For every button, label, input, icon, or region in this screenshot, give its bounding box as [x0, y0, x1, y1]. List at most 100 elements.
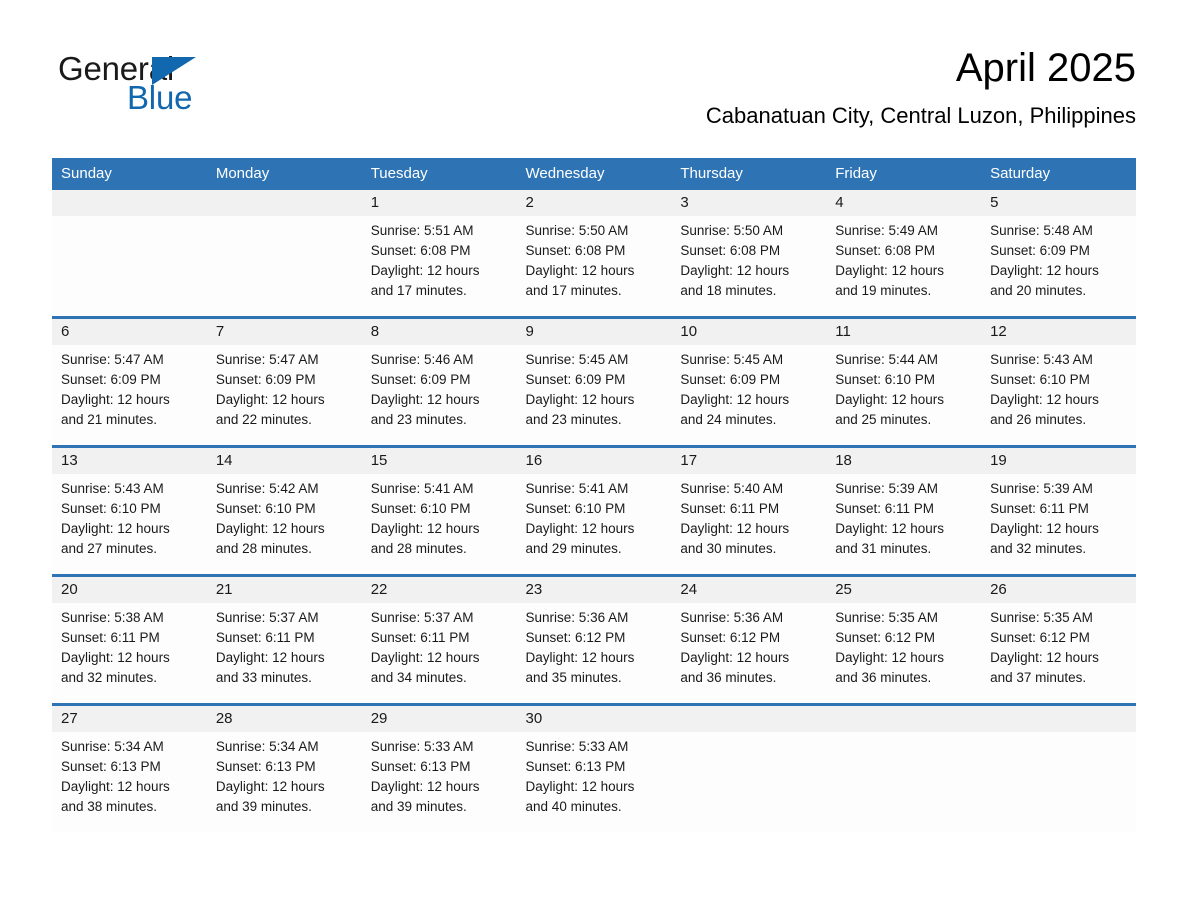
- day-cell-19[interactable]: Sunrise: 5:39 AM Sunset: 6:11 PM Daylight:…: [981, 474, 1136, 574]
- sunrise-text: Sunrise: 5:51 AM: [370, 223, 474, 238]
- daylight-text-cont: and 26 minutes.: [990, 412, 1087, 427]
- weekday-header-row: Sunday Monday Tuesday Wednesday Thursday…: [52, 158, 1136, 190]
- day-cell-8[interactable]: Sunrise: 5:46 AM Sunset: 6:09 PM Daylight:…: [361, 345, 517, 445]
- daylight-text-cont: and 36 minutes.: [835, 670, 932, 685]
- day-cell-7[interactable]: Sunrise: 5:47 AM Sunset: 6:09 PM Daylight:…: [206, 345, 362, 445]
- location-subtitle: Cabanatuan City, Central Luzon, Philippi…: [705, 103, 1136, 128]
- day-number-30[interactable]: 30: [516, 706, 672, 732]
- day-number-row: 13 14 15 16 17 18 19: [52, 448, 1136, 474]
- daylight-text: Daylight: 12 hours: [370, 650, 480, 665]
- sunrise-text: Sunrise: 5:48 AM: [990, 223, 1093, 238]
- day-number-22[interactable]: 22: [361, 577, 517, 603]
- day-cell-21[interactable]: Sunrise: 5:37 AM Sunset: 6:11 PM Daylight:…: [206, 603, 362, 703]
- day-cell-13[interactable]: Sunrise: 5:43 AM Sunset: 6:10 PM Daylight:…: [52, 474, 207, 574]
- sunset-text: Sunset: 6:12 PM: [990, 630, 1090, 645]
- day-cell-17[interactable]: Sunrise: 5:40 AM Sunset: 6:11 PM Daylight:…: [671, 474, 827, 574]
- day-number-10[interactable]: 10: [671, 319, 827, 345]
- day-number-20[interactable]: 20: [52, 577, 207, 603]
- day-cell-22[interactable]: Sunrise: 5:37 AM Sunset: 6:11 PM Daylight:…: [361, 603, 517, 703]
- day-number-row: 12345: [52, 190, 1136, 216]
- day-cell-11[interactable]: Sunrise: 5:44 AM Sunset: 6:10 PM Daylight:…: [826, 345, 982, 445]
- daylight-text-cont: and 37 minutes.: [990, 670, 1087, 685]
- day-number-23[interactable]: 23: [516, 577, 672, 603]
- day-number-21[interactable]: 21: [206, 577, 362, 603]
- day-number-26[interactable]: 26: [981, 577, 1136, 603]
- sunrise-text: Sunrise: 5:39 AM: [835, 481, 939, 496]
- day-cell-29[interactable]: Sunrise: 5:33 AM Sunset: 6:13 PM Daylight:…: [361, 732, 517, 832]
- day-cell-24[interactable]: Sunrise: 5:36 AM Sunset: 6:12 PM Daylight:…: [671, 603, 827, 703]
- day-detail-row: Sunrise: 5:43 AM Sunset: 6:10 PM Daylight:…: [52, 474, 1136, 574]
- day-number-5[interactable]: 5: [981, 190, 1136, 216]
- sunrise-text: Sunrise: 5:46 AM: [370, 352, 474, 367]
- day-number-29[interactable]: 29: [361, 706, 517, 732]
- day-cell-12[interactable]: Sunrise: 5:43 AM Sunset: 6:10 PM Daylight:…: [981, 345, 1136, 445]
- day-number-18[interactable]: 18: [826, 448, 982, 474]
- daylight-text: Daylight: 12 hours: [61, 779, 170, 794]
- sunrise-text: Sunrise: 5:37 AM: [215, 610, 319, 625]
- day-number-12[interactable]: 12: [981, 319, 1136, 345]
- day-cell-26[interactable]: Sunrise: 5:35 AM Sunset: 6:12 PM Daylight:…: [981, 603, 1136, 703]
- daylight-text-cont: and 28 minutes.: [215, 541, 312, 556]
- daylight-text-cont: and 32 minutes.: [61, 670, 158, 685]
- daylight-text-cont: and 31 minutes.: [835, 541, 932, 556]
- day-cell-25[interactable]: Sunrise: 5:35 AM Sunset: 6:12 PM Daylight:…: [826, 603, 982, 703]
- weekday-header-wednesday: Wednesday: [516, 158, 672, 190]
- day-number-28[interactable]: 28: [206, 706, 362, 732]
- day-cell-15[interactable]: Sunrise: 5:41 AM Sunset: 6:10 PM Daylight:…: [361, 474, 517, 574]
- sunrise-text: Sunrise: 5:38 AM: [61, 610, 164, 625]
- daylight-text: Daylight: 12 hours: [370, 392, 480, 407]
- calendar-head: Sunday Monday Tuesday Wednesday Thursday…: [52, 158, 1136, 190]
- day-number-8[interactable]: 8: [361, 319, 517, 345]
- day-number-16[interactable]: 16: [516, 448, 672, 474]
- day-number-14[interactable]: 14: [206, 448, 362, 474]
- daylight-text: Daylight: 12 hours: [215, 521, 325, 536]
- day-number-13[interactable]: 13: [52, 448, 207, 474]
- day-number-6[interactable]: 6: [52, 319, 207, 345]
- day-number-17[interactable]: 17: [671, 448, 827, 474]
- day-cell-empty: [981, 732, 1136, 832]
- day-cell-4[interactable]: Sunrise: 5:49 AM Sunset: 6:08 PM Daylight:…: [826, 216, 982, 316]
- day-number-19[interactable]: 19: [981, 448, 1136, 474]
- day-cell-9[interactable]: Sunrise: 5:45 AM Sunset: 6:09 PM Daylight:…: [516, 345, 672, 445]
- daylight-text: Daylight: 12 hours: [835, 263, 945, 278]
- day-cell-6[interactable]: Sunrise: 5:47 AM Sunset: 6:09 PM Daylight:…: [52, 345, 207, 445]
- sunset-text: Sunset: 6:13 PM: [525, 759, 626, 774]
- day-number-7[interactable]: 7: [206, 319, 362, 345]
- daylight-text-cont: and 20 minutes.: [990, 283, 1087, 298]
- day-cell-20[interactable]: Sunrise: 5:38 AM Sunset: 6:11 PM Daylight:…: [52, 603, 207, 703]
- sunset-text: Sunset: 6:10 PM: [370, 501, 471, 516]
- day-number-15[interactable]: 15: [361, 448, 517, 474]
- day-number-9[interactable]: 9: [516, 319, 672, 345]
- daylight-text: Daylight: 12 hours: [215, 779, 325, 794]
- day-number-1[interactable]: 1: [361, 190, 517, 216]
- day-cell-3[interactable]: Sunrise: 5:50 AM Sunset: 6:08 PM Daylight:…: [671, 216, 827, 316]
- day-number-24[interactable]: 24: [671, 577, 827, 603]
- sunrise-text: Sunrise: 5:41 AM: [370, 481, 474, 496]
- daylight-text: Daylight: 12 hours: [990, 263, 1099, 278]
- day-cell-30[interactable]: Sunrise: 5:33 AM Sunset: 6:13 PM Daylight:…: [516, 732, 672, 832]
- daylight-text-cont: and 25 minutes.: [835, 412, 932, 427]
- day-number-27[interactable]: 27: [52, 706, 207, 732]
- day-cell-1[interactable]: Sunrise: 5:51 AM Sunset: 6:08 PM Daylight:…: [361, 216, 517, 316]
- daylight-text: Daylight: 12 hours: [370, 263, 480, 278]
- day-number-11[interactable]: 11: [826, 319, 982, 345]
- day-cell-2[interactable]: Sunrise: 5:50 AM Sunset: 6:08 PM Daylight:…: [516, 216, 672, 316]
- day-number-2[interactable]: 2: [516, 190, 672, 216]
- day-cell-18[interactable]: Sunrise: 5:39 AM Sunset: 6:11 PM Daylight:…: [826, 474, 982, 574]
- day-cell-28[interactable]: Sunrise: 5:34 AM Sunset: 6:13 PM Daylight:…: [206, 732, 362, 832]
- day-cell-23[interactable]: Sunrise: 5:36 AM Sunset: 6:12 PM Daylight:…: [516, 603, 672, 703]
- daylight-text-cont: and 29 minutes.: [525, 541, 622, 556]
- day-cell-10[interactable]: Sunrise: 5:45 AM Sunset: 6:09 PM Daylight:…: [671, 345, 827, 445]
- sunrise-text: Sunrise: 5:50 AM: [680, 223, 784, 238]
- daylight-text-cont: and 17 minutes.: [370, 283, 467, 298]
- day-number-25[interactable]: 25: [826, 577, 982, 603]
- day-number-3[interactable]: 3: [671, 190, 827, 216]
- day-cell-16[interactable]: Sunrise: 5:41 AM Sunset: 6:10 PM Daylight:…: [516, 474, 672, 574]
- day-cell-27[interactable]: Sunrise: 5:34 AM Sunset: 6:13 PM Daylight:…: [52, 732, 207, 832]
- daylight-text: Daylight: 12 hours: [990, 392, 1099, 407]
- daylight-text-cont: and 18 minutes.: [680, 283, 777, 298]
- day-cell-5[interactable]: Sunrise: 5:48 AM Sunset: 6:09 PM Daylight:…: [981, 216, 1136, 316]
- day-number-4[interactable]: 4: [826, 190, 982, 216]
- day-number-empty: [826, 706, 982, 732]
- day-cell-14[interactable]: Sunrise: 5:42 AM Sunset: 6:10 PM Daylight:…: [206, 474, 362, 574]
